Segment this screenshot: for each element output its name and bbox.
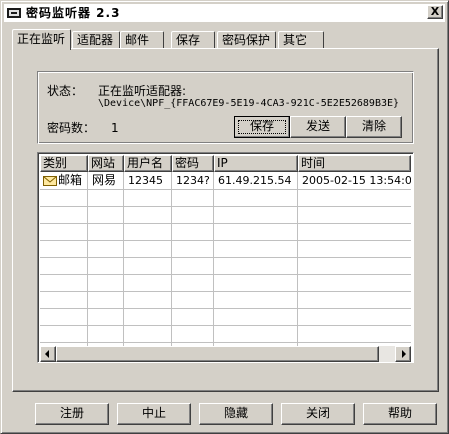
adapter-path: \Device\NPF_{FFAC67E9-5E19-4CA3-921C-5E2…: [98, 98, 400, 109]
cell-password: 1234?: [176, 174, 210, 187]
close-button[interactable]: 关闭: [281, 403, 355, 425]
cell-username: 12345: [128, 174, 163, 187]
register-button[interactable]: 注册: [35, 403, 109, 425]
grid-line: [171, 172, 172, 346]
hide-button[interactable]: 隐藏: [199, 403, 273, 425]
key-icon: [7, 8, 21, 18]
stop-button[interactable]: 中止: [117, 403, 191, 425]
tab-password-protect[interactable]: 密码保护: [217, 31, 276, 49]
scroll-thumb[interactable]: [56, 346, 379, 362]
scroll-right-button[interactable]: [395, 346, 411, 362]
focus-rect: [238, 120, 286, 134]
col-header-password[interactable]: 密码: [172, 155, 214, 172]
grid-line: [40, 342, 411, 343]
cell-site: 网易: [92, 173, 117, 187]
col-header-ip[interactable]: IP: [214, 155, 298, 172]
title-bar[interactable]: 密码监听器 2.3 X: [4, 4, 445, 22]
grid-line: [297, 172, 298, 346]
tab-other[interactable]: 其它: [278, 31, 324, 49]
list-body: 类别 网站 用户名 密码 IP 时间 邮箱 网易 12345 1234? 61.…: [40, 155, 411, 346]
grid-line: [40, 308, 411, 309]
cell-time: 2005-02-15 13:54:02: [302, 174, 411, 187]
cell-category: 邮箱: [58, 173, 83, 187]
grid-line: [87, 172, 88, 346]
grid-line: [40, 257, 411, 258]
status-label: 状态：: [47, 84, 84, 98]
col-header-username[interactable]: 用户名: [124, 155, 172, 172]
col-header-site[interactable]: 网站: [88, 155, 124, 172]
grid-line: [40, 240, 411, 241]
close-window-button[interactable]: X: [427, 5, 443, 19]
arrow-right-icon: [402, 350, 406, 358]
grid-line: [40, 189, 411, 190]
grid-line: [40, 274, 411, 275]
clear-button[interactable]: 清除: [346, 116, 402, 138]
arrow-left-icon: [45, 350, 49, 358]
password-count-value: 1: [111, 121, 119, 135]
tab-listening[interactable]: 正在监听: [12, 29, 71, 50]
grid-line: [40, 223, 411, 224]
help-button[interactable]: 帮助: [363, 403, 437, 425]
tab-mail[interactable]: 邮件: [120, 31, 164, 49]
cell-ip: 61.49.215.54: [218, 174, 292, 187]
grid-line: [40, 325, 411, 326]
save-button[interactable]: 保存: [234, 116, 290, 138]
main-window: 密码监听器 2.3 X 正在监听 适配器 邮件 保存 密码保护 其它 状态： 正…: [0, 0, 449, 434]
col-header-time[interactable]: 时间: [298, 155, 411, 172]
horizontal-scrollbar[interactable]: [40, 346, 411, 362]
grid-line: [123, 172, 124, 346]
window-title: 密码监听器 2.3: [26, 6, 121, 20]
grid-line: [40, 291, 411, 292]
password-list[interactable]: 类别 网站 用户名 密码 IP 时间 邮箱 网易 12345 1234? 61.…: [37, 152, 414, 363]
tab-save[interactable]: 保存: [171, 31, 215, 49]
grid-line: [213, 172, 214, 346]
scroll-left-button[interactable]: [40, 346, 56, 362]
send-button[interactable]: 发送: [290, 116, 346, 138]
tab-adapter[interactable]: 适配器: [72, 31, 120, 49]
password-count-label: 密码数：: [47, 121, 96, 135]
status-line1: 正在监听适配器:: [98, 84, 187, 98]
col-header-category[interactable]: 类别: [40, 155, 88, 172]
grid-line: [40, 206, 411, 207]
